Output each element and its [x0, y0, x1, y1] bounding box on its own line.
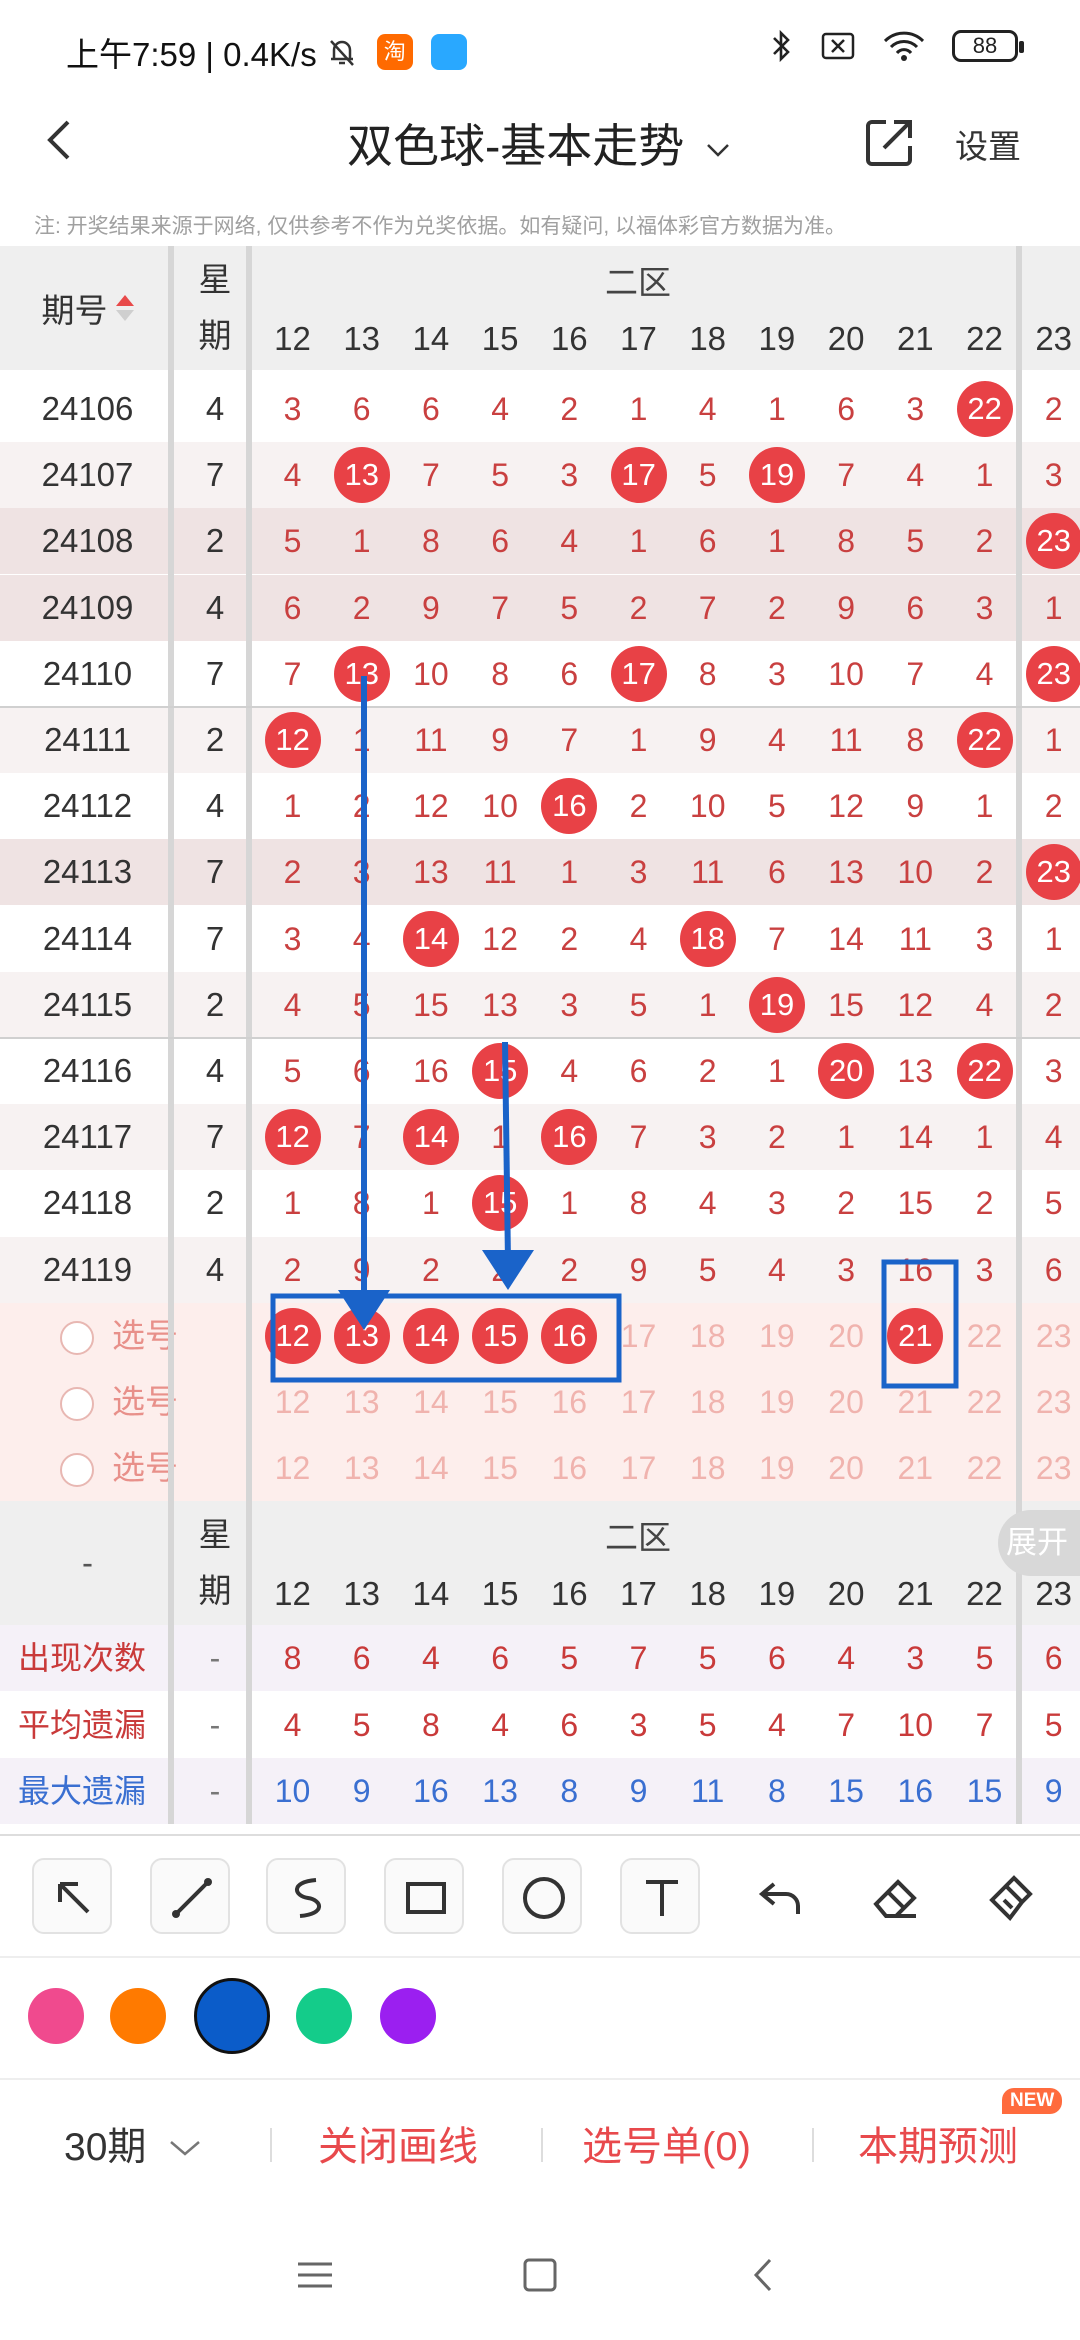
rect-annotation-2 [881, 1259, 959, 1389]
arrow-annotation-2 [482, 1041, 534, 1290]
undo-tool-button[interactable] [738, 1858, 818, 1934]
orange-color-swatch[interactable] [110, 1988, 166, 2044]
undo-icon [758, 1882, 800, 1914]
rect-annotation-1 [270, 1293, 622, 1383]
text-tool-button[interactable] [620, 1858, 700, 1934]
pick-list-button[interactable]: 选号单(0) [582, 2114, 751, 2172]
period-select[interactable]: 30期 [64, 2116, 203, 2172]
arrow-tool-button[interactable] [32, 1858, 112, 1934]
new-badge: NEW [1002, 2088, 1063, 2114]
menu-icon[interactable] [290, 2250, 340, 2300]
purple-color-swatch[interactable] [380, 1988, 436, 2044]
arrow-pointer-icon [58, 1882, 90, 1914]
predict-button[interactable]: 本期预测 [858, 2114, 1018, 2172]
clear-tool-button[interactable] [970, 1858, 1050, 1934]
separator [270, 2128, 272, 2162]
brush-clear-icon [989, 1875, 1033, 1922]
separator [812, 2128, 814, 2162]
drawing-toolbar [0, 1834, 1080, 1954]
eraser-icon [873, 1879, 917, 1918]
arrow-annotation-1 [338, 676, 390, 1330]
green-color-swatch[interactable] [296, 1988, 352, 2044]
circle-tool-button[interactable] [502, 1858, 582, 1934]
blue-color-swatch[interactable] [194, 1978, 270, 2054]
back-nav-icon[interactable] [740, 2250, 790, 2300]
footer-bar: 30期 关闭画线 选号单(0) 本期预测 NEW [0, 2078, 1080, 2208]
rectangle-tool-button[interactable] [384, 1858, 464, 1934]
color-picker [0, 1956, 1080, 2076]
close-drawing-button[interactable]: 关闭画线 [318, 2114, 478, 2172]
line-tool-button[interactable] [150, 1858, 230, 1934]
period-select-label: 30期 [64, 2126, 147, 2169]
chevron-down-icon [170, 2141, 201, 2156]
line-icon [172, 1878, 212, 1918]
circle-icon [523, 1877, 565, 1919]
pink-color-swatch[interactable] [28, 1988, 84, 2044]
text-icon [646, 1880, 678, 1916]
rectangle-icon [406, 1882, 446, 1914]
eraser-tool-button[interactable] [854, 1858, 934, 1934]
curve-tool-button[interactable] [266, 1858, 346, 1934]
system-nav-bar [0, 2210, 1080, 2340]
curve-icon [295, 1878, 321, 1918]
separator [541, 2128, 543, 2162]
home-square-icon[interactable] [515, 2250, 565, 2300]
